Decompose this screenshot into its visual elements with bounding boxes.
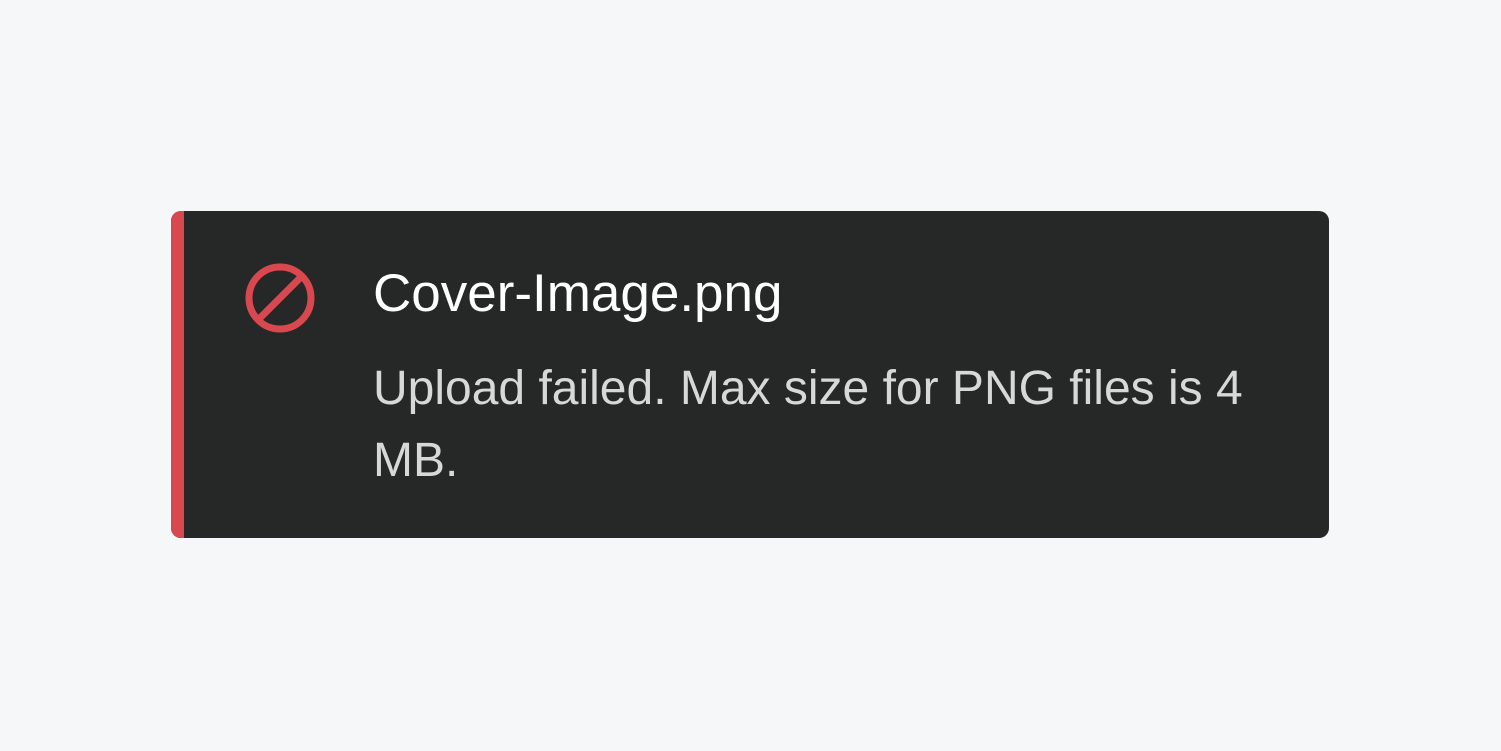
prohibited-icon [244,262,316,334]
toast-title: Cover-Image.png [373,264,783,323]
toast-message: Upload failed. Max size for PNG files is… [373,362,1243,487]
toast-accent-bar [171,211,184,538]
